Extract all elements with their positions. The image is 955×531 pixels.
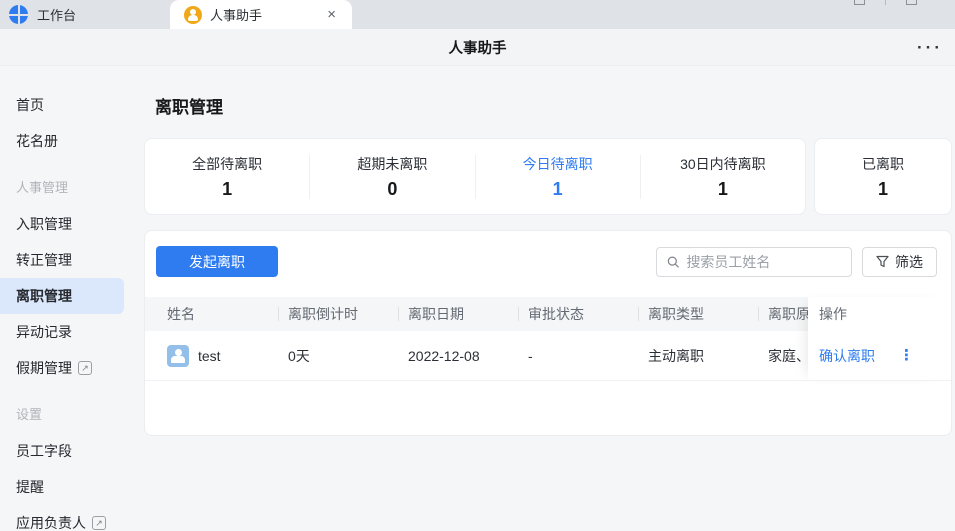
col-date: 离职日期 <box>398 304 518 324</box>
sidebar-item-leave-management[interactable]: 假期管理 ↗ <box>0 350 140 386</box>
sidebar-item-roster[interactable]: 花名册 <box>0 123 140 159</box>
table-toolbar: 发起离职 筛选 <box>156 246 937 277</box>
sidebar-item-home[interactable]: 首页 <box>0 87 140 123</box>
hr-assistant-app-icon <box>184 5 202 24</box>
stat-overdue[interactable]: 超期未离职 0 <box>310 154 474 200</box>
external-link-icon: ↗ <box>78 361 92 375</box>
stat-within-30-days[interactable]: 30日内待离职 1 <box>641 154 805 200</box>
stats-card: 全部待离职 1 超期未离职 0 今日待离职 1 30日内待离职 1 <box>144 138 806 215</box>
sidebar-item-probation[interactable]: 转正管理 <box>0 242 140 278</box>
main-content: 离职管理 全部待离职 1 超期未离职 0 今日待离职 1 30日内待离职 1 已… <box>140 66 955 531</box>
tab-workbench-label: 工作台 <box>37 8 77 23</box>
cell-name: test <box>145 344 278 367</box>
stat-resigned[interactable]: 已离职 1 <box>814 138 952 215</box>
page-title: 离职管理 <box>155 98 223 117</box>
window-restore-icon[interactable] <box>854 0 865 5</box>
col-countdown: 离职倒计时 <box>278 304 398 324</box>
sidebar-section-hr: 人事管理 <box>16 180 69 195</box>
stats-row: 全部待离职 1 超期未离职 0 今日待离职 1 30日内待离职 1 已离职 1 <box>144 138 952 215</box>
window-controls <box>854 0 952 8</box>
sidebar-item-resignation[interactable]: 离职管理 <box>0 278 124 314</box>
tab-close-icon[interactable]: × <box>323 5 340 24</box>
col-operations: 操作 <box>808 297 951 331</box>
filter-funnel-icon <box>876 255 889 268</box>
filter-button[interactable]: 筛选 <box>862 246 937 277</box>
cell-approval-status: - <box>528 347 533 364</box>
workbench-logo-icon <box>8 4 29 25</box>
search-input[interactable] <box>686 253 841 270</box>
app-title: 人事助手 <box>448 40 507 57</box>
window-resize-icon[interactable] <box>934 0 952 8</box>
cell-type: 主动离职 <box>648 347 704 364</box>
sidebar-item-onboarding[interactable]: 入职管理 <box>0 206 140 242</box>
col-type: 离职类型 <box>638 304 758 324</box>
stat-today[interactable]: 今日待离职 1 <box>476 154 640 200</box>
tab-hr-assistant[interactable]: 人事助手 × <box>170 0 352 29</box>
initiate-resignation-button[interactable]: 发起离职 <box>156 246 278 277</box>
tab-hr-assistant-label: 人事助手 <box>210 8 263 23</box>
tab-workbench[interactable]: 工作台 <box>0 0 170 29</box>
sidebar-item-app-owner[interactable]: 应用负责人 ↗ <box>0 505 140 531</box>
search-box[interactable] <box>656 246 852 277</box>
sidebar-item-employee-fields[interactable]: 员工字段 <box>0 433 140 469</box>
operations-column: 操作 确认离职 ⋮ <box>808 297 951 381</box>
browser-tab-bar: 工作台 人事助手 × <box>0 0 955 29</box>
cell-date: 2022-12-08 <box>408 347 480 364</box>
external-link-icon: ↗ <box>92 516 106 530</box>
sidebar-section-settings: 设置 <box>16 407 43 422</box>
cell-countdown: 0天 <box>288 347 310 364</box>
employee-avatar <box>167 344 189 367</box>
sidebar-item-transfer-records[interactable]: 异动记录 <box>0 314 140 350</box>
resignation-table: 姓名 离职倒计时 离职日期 审批状态 离职类型 离职原因 test 0天 202… <box>145 297 951 381</box>
window-maximize-icon[interactable] <box>906 0 917 5</box>
resignation-table-card: 发起离职 筛选 <box>144 230 952 436</box>
sidebar-item-reminders[interactable]: 提醒 <box>0 469 140 505</box>
col-name: 姓名 <box>167 306 195 322</box>
employee-name: test <box>198 347 221 364</box>
search-icon <box>667 255 679 268</box>
window-controls-divider <box>885 0 886 5</box>
row-more-actions-icon[interactable]: ⋮ <box>899 348 914 363</box>
sidebar: 首页 花名册 人事管理 入职管理 转正管理 离职管理 异动记录 假期管理 ↗ 设… <box>0 66 140 531</box>
app-header: 人事助手 ··· <box>0 29 955 66</box>
confirm-resignation-link[interactable]: 确认离职 <box>819 346 875 366</box>
more-options-icon[interactable]: ··· <box>917 38 943 58</box>
col-approval-status: 审批状态 <box>518 304 638 324</box>
stat-all-pending[interactable]: 全部待离职 1 <box>145 154 309 200</box>
